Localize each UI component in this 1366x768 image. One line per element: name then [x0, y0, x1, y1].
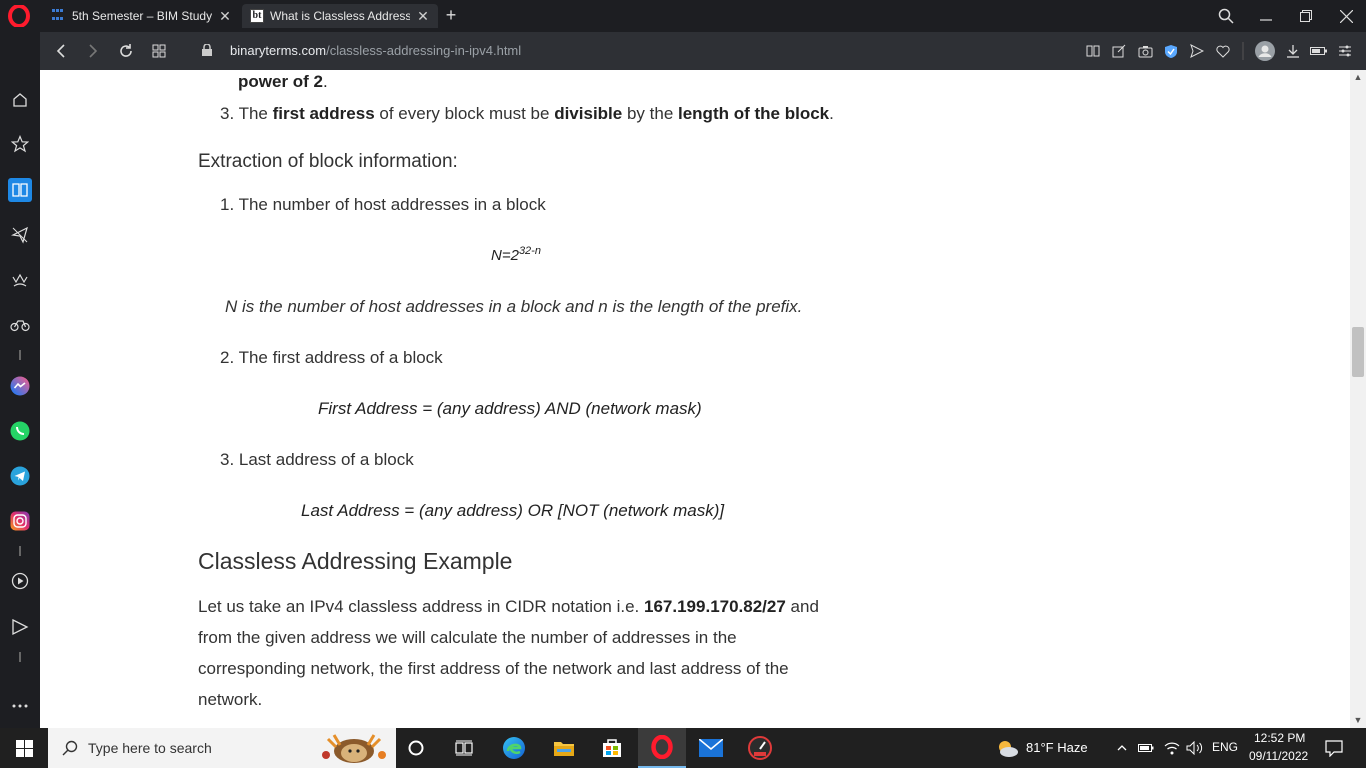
- example-paragraph-line4: network.: [198, 690, 263, 709]
- new-tab-button[interactable]: +: [440, 4, 462, 26]
- lock-icon[interactable]: [202, 44, 212, 56]
- close-icon[interactable]: ✕: [416, 8, 430, 25]
- close-window-button[interactable]: [1326, 0, 1366, 32]
- reading-list-icon[interactable]: [8, 178, 32, 202]
- search-highlight-hedgehog-icon: [322, 734, 386, 763]
- example-paragraph-line3: corresponding network, the first address…: [198, 659, 789, 678]
- back-icon[interactable]: [50, 40, 72, 62]
- binaryterms-favicon-icon: bt: [250, 9, 264, 23]
- search-icon: [62, 740, 78, 756]
- forward-icon[interactable]: [82, 40, 104, 62]
- search-placeholder: Type here to search: [88, 740, 212, 756]
- example-paragraph-line1: Let us take an IPv4 classless address in…: [198, 597, 819, 616]
- task-view-icon[interactable]: [446, 728, 482, 768]
- language-indicator[interactable]: ENG: [1212, 740, 1238, 754]
- formula-first-address: First Address = (any address) AND (netwo…: [318, 399, 702, 418]
- rule-continuation: power of 2.: [238, 72, 328, 91]
- crown-icon[interactable]: [8, 268, 32, 292]
- address-bar: binaryterms.com/classless-addressing-in-…: [40, 32, 1366, 70]
- volume-icon[interactable]: [1184, 728, 1206, 768]
- url-field[interactable]: binaryterms.com/classless-addressing-in-…: [230, 43, 521, 58]
- cortana-icon[interactable]: [398, 728, 434, 768]
- sidebar-separator: [19, 652, 21, 662]
- example-heading: Classless Addressing Example: [198, 548, 513, 574]
- camera-icon[interactable]: [1136, 42, 1154, 60]
- file-explorer-icon[interactable]: [544, 728, 584, 768]
- rule-3: 3. The first address of every block must…: [220, 104, 834, 123]
- list-item-last-address: 3. Last address of a block: [220, 450, 414, 469]
- reader-mode-icon[interactable]: [1084, 42, 1102, 60]
- profile-avatar-icon[interactable]: [1254, 40, 1276, 62]
- clock-time[interactable]: 12:52 PM: [1254, 731, 1305, 745]
- easy-setup-menu-icon[interactable]: [1336, 42, 1354, 60]
- opera-taskbar-icon[interactable]: [638, 728, 686, 768]
- clock-date[interactable]: 09/11/2022: [1249, 749, 1308, 763]
- sidebar-separator: [19, 546, 21, 556]
- heart-icon[interactable]: [1214, 42, 1232, 60]
- restore-button[interactable]: [1286, 0, 1326, 32]
- weather-text[interactable]: 81°F Haze: [1026, 740, 1088, 755]
- bike-icon[interactable]: [8, 313, 32, 337]
- minimize-button[interactable]: [1246, 0, 1286, 32]
- formula-host-count: N=232-n: [491, 245, 541, 264]
- edge-icon[interactable]: [494, 728, 534, 768]
- sidebar-separator: [19, 350, 21, 360]
- show-hidden-icons-icon[interactable]: [1114, 728, 1130, 768]
- weather-icon[interactable]: [992, 728, 1022, 768]
- messenger-icon[interactable]: [8, 374, 32, 398]
- tab-title: What is Classless Addressin: [270, 9, 410, 23]
- url-host: binaryterms.com: [230, 43, 327, 58]
- tab-classless-addressing[interactable]: bt What is Classless Addressin ✕: [242, 4, 438, 28]
- edit-snapshot-icon[interactable]: [1110, 42, 1128, 60]
- wifi-icon[interactable]: [1160, 728, 1184, 768]
- scroll-up-icon[interactable]: ▲: [1350, 70, 1366, 84]
- opera-sidebar: [0, 32, 40, 728]
- notification-center-icon[interactable]: [1318, 728, 1350, 768]
- example-paragraph-line2: from the given address we will calculate…: [198, 628, 737, 647]
- scrollbar-thumb[interactable]: [1352, 327, 1364, 377]
- home-icon[interactable]: [8, 88, 32, 112]
- tab-bim-study[interactable]: 5th Semester – BIM Study N ✕: [44, 4, 240, 28]
- airplane-icon[interactable]: [8, 223, 32, 247]
- wpm-speedometer-icon[interactable]: [738, 728, 782, 768]
- player-icon[interactable]: [8, 569, 32, 593]
- taskbar-search-box[interactable]: Type here to search: [48, 728, 396, 768]
- telegram-icon[interactable]: [8, 464, 32, 488]
- send-icon[interactable]: [1188, 42, 1206, 60]
- download-icon[interactable]: [1284, 42, 1302, 60]
- search-tabs-icon[interactable]: [1206, 0, 1246, 32]
- opera-menu-icon[interactable]: [8, 5, 30, 27]
- whatsapp-icon[interactable]: [8, 419, 32, 443]
- list-item-host-count: 1. The number of host addresses in a blo…: [220, 195, 546, 214]
- extraction-heading: Extraction of block information:: [198, 151, 458, 172]
- mail-icon[interactable]: [690, 728, 732, 768]
- reload-icon[interactable]: [115, 40, 137, 62]
- page-content: power of 2. 3. The first address of ever…: [40, 70, 1350, 728]
- star-icon[interactable]: [8, 132, 32, 156]
- vertical-scrollbar[interactable]: [1350, 70, 1366, 728]
- vpn-shield-icon[interactable]: [1162, 42, 1180, 60]
- microsoft-store-icon[interactable]: [592, 728, 632, 768]
- url-path: /classless-addressing-in-ipv4.html: [326, 43, 522, 58]
- instagram-icon[interactable]: [8, 509, 32, 533]
- separator: [1240, 42, 1246, 60]
- flow-icon[interactable]: [8, 615, 32, 639]
- more-options-icon[interactable]: [8, 694, 32, 718]
- tab-title: 5th Semester – BIM Study N: [72, 9, 212, 23]
- windows-start-icon[interactable]: [0, 728, 48, 768]
- list-item-first-address: 2. The first address of a block: [220, 348, 443, 367]
- formula-description: N is the number of host addresses in a b…: [225, 297, 803, 316]
- scroll-down-icon[interactable]: ▼: [1350, 713, 1366, 727]
- tab-bar: 5th Semester – BIM Study N ✕ bt What is …: [0, 0, 1366, 32]
- close-icon[interactable]: ✕: [218, 8, 232, 25]
- windows-taskbar: Type here to search 81°F Haze ENG 12:52 …: [0, 728, 1366, 768]
- easy-setup-icon[interactable]: [148, 40, 170, 62]
- bim-favicon-icon: [52, 9, 66, 23]
- battery-saver-icon[interactable]: [1310, 42, 1328, 60]
- battery-icon[interactable]: [1136, 728, 1156, 768]
- formula-last-address: Last Address = (any address) OR [NOT (ne…: [301, 501, 725, 520]
